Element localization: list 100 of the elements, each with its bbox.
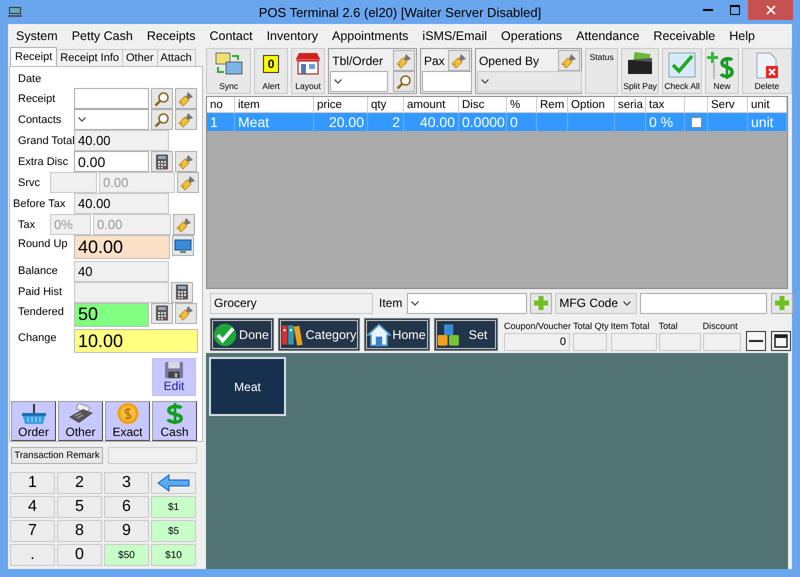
payment-button[interactable]: Other: [58, 400, 103, 441]
menu-item[interactable]: Petty Cash: [66, 28, 139, 42]
backspace-key[interactable]: [151, 472, 196, 494]
nav-button[interactable]: Category: [278, 318, 360, 351]
column-header[interactable]: tax: [646, 97, 685, 113]
new-button[interactable]: New: [705, 48, 739, 94]
keypad-key[interactable]: 3: [104, 472, 149, 494]
keypad-key[interactable]: 2: [57, 472, 102, 494]
column-header[interactable]: item: [235, 97, 314, 113]
payment-button[interactable]: Cash: [152, 400, 197, 441]
table-cell: 2: [368, 113, 404, 131]
menu-item[interactable]: iSMS/Email: [416, 28, 494, 42]
input-field[interactable]: 0.00: [74, 151, 149, 172]
delete-button[interactable]: Delete: [742, 48, 792, 94]
checkbox[interactable]: [690, 116, 702, 128]
tab[interactable]: Attach: [156, 49, 196, 66]
column-header[interactable]: qty: [368, 97, 404, 113]
amount-field[interactable]: 50: [74, 302, 149, 327]
clear-button[interactable]: [448, 50, 470, 71]
keypad-key[interactable]: 5: [57, 496, 102, 518]
brush-icon: [178, 154, 194, 170]
calculator-button[interactable]: [151, 302, 173, 324]
clear-button[interactable]: [177, 172, 199, 194]
readonly-field: 0.00: [93, 214, 171, 236]
table-cell: 0.0000: [459, 113, 507, 131]
maximize-button[interactable]: [770, 331, 791, 351]
edit-button[interactable]: Edit: [152, 358, 196, 396]
add-button[interactable]: [771, 292, 794, 314]
search-button[interactable]: [151, 109, 173, 130]
column-header[interactable]: Serv: [708, 97, 748, 113]
remark-button[interactable]: Transaction Remark: [11, 446, 103, 464]
keypad-key[interactable]: .: [10, 544, 55, 566]
display-button[interactable]: [172, 235, 194, 256]
calculator-button[interactable]: [151, 151, 173, 172]
menu-item[interactable]: Operations: [495, 28, 568, 42]
nav-button[interactable]: Set: [434, 318, 498, 351]
menu-item[interactable]: Receivable: [647, 28, 722, 42]
clear-button[interactable]: [392, 50, 415, 71]
payment-button[interactable]: Order: [11, 400, 56, 441]
payment-button[interactable]: Exact: [105, 400, 150, 441]
alert-button[interactable]: 0 Alert: [254, 48, 288, 94]
column-header[interactable]: unit: [748, 97, 787, 113]
tab[interactable]: Receipt: [10, 47, 58, 66]
keypad-key[interactable]: 0: [57, 544, 102, 566]
input-field[interactable]: [74, 88, 149, 110]
keypad-key[interactable]: 1: [10, 472, 55, 494]
sync-button[interactable]: Sync: [206, 48, 252, 94]
search-button[interactable]: [151, 88, 173, 110]
dropdown[interactable]: MFG Code: [555, 292, 638, 314]
keypad-key[interactable]: 4: [10, 496, 55, 518]
input-field[interactable]: [422, 71, 472, 92]
column-header[interactable]: Rem: [537, 97, 568, 113]
clear-button[interactable]: [175, 109, 197, 130]
column-header[interactable]: Option: [568, 97, 615, 113]
menu-item[interactable]: Attendance: [570, 28, 646, 42]
nav-button[interactable]: Done: [210, 318, 274, 351]
keypad-key[interactable]: 9: [104, 520, 149, 542]
menu-item[interactable]: Appointments: [326, 28, 414, 42]
brush-icon: [178, 112, 194, 128]
split-pay-button[interactable]: Split Pay: [621, 48, 659, 94]
close-button[interactable]: [748, 0, 793, 20]
check-all-button[interactable]: Check All: [662, 48, 702, 94]
status-button[interactable]: Status: [584, 48, 618, 94]
clear-button[interactable]: [173, 214, 195, 236]
cash-key[interactable]: $5: [151, 520, 196, 542]
menu-item[interactable]: Inventory: [260, 28, 324, 42]
input-field[interactable]: [640, 292, 768, 314]
minimize-button[interactable]: [746, 331, 766, 351]
dropdown[interactable]: [330, 71, 388, 92]
dropdown[interactable]: [74, 109, 149, 130]
field-label: Date: [17, 72, 42, 84]
cash-key[interactable]: $1: [151, 496, 196, 518]
remark-field[interactable]: [108, 446, 197, 464]
cash-key[interactable]: $50: [104, 544, 149, 566]
column-header[interactable]: %: [507, 97, 537, 113]
menu-item[interactable]: Contact: [203, 28, 259, 42]
tab[interactable]: Receipt Info: [56, 49, 123, 66]
menu-item[interactable]: Receipts: [140, 28, 202, 42]
keypad-key[interactable]: 8: [57, 520, 102, 542]
clear-button[interactable]: [175, 151, 197, 172]
layout-button[interactable]: Layout: [290, 48, 326, 94]
keypad-key[interactable]: 6: [104, 496, 149, 518]
clear-button[interactable]: [175, 302, 197, 324]
keypad-key[interactable]: 7: [10, 520, 55, 542]
clear-button[interactable]: [558, 50, 580, 71]
column-header[interactable]: Disc: [459, 97, 507, 113]
column-header[interactable]: no: [207, 97, 235, 113]
column-header[interactable]: amount: [404, 97, 459, 113]
item-tile[interactable]: Meat: [209, 357, 286, 416]
add-button[interactable]: [530, 292, 552, 314]
dropdown[interactable]: [407, 292, 528, 314]
nav-button[interactable]: Home: [364, 318, 430, 351]
cash-key[interactable]: $10: [151, 544, 196, 566]
column-header[interactable]: price: [314, 97, 368, 113]
menu-item[interactable]: System: [10, 28, 64, 42]
menu-item[interactable]: Help: [723, 28, 761, 42]
column-header[interactable]: seria: [615, 97, 646, 113]
calculator-button[interactable]: [171, 282, 193, 303]
search-button[interactable]: [392, 71, 415, 92]
clear-button[interactable]: [175, 88, 197, 110]
